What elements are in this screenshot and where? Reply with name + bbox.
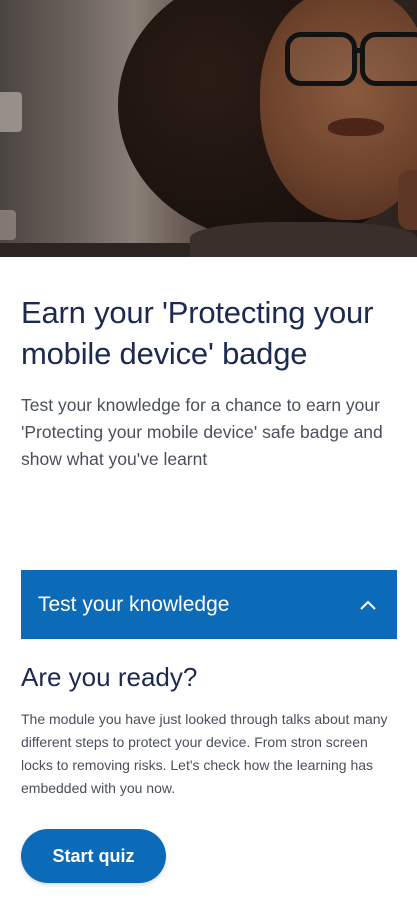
quiz-section: Are you ready? The module you have just … [21,660,397,800]
page-title: Earn your 'Protecting your mobile device… [21,295,374,371]
test-knowledge-accordion[interactable]: Test your knowledge [21,570,397,639]
chevron-up-icon-svg [360,600,376,610]
glasses-left-lens [285,32,357,86]
glasses-right-lens [360,32,417,86]
chevron-up-icon[interactable] [357,594,379,616]
section-body: The module you have just looked through … [21,711,388,796]
background-shelf [0,92,22,132]
badge-intro: Earn your 'Protecting your mobile device… [21,292,397,473]
shirt-shape [190,222,417,257]
lips-shape [328,118,384,136]
hero-image [0,0,417,257]
intro-text: Test your knowledge for a chance to earn… [21,395,383,469]
hand-shape [398,170,417,230]
start-quiz-button[interactable]: Start quiz [21,829,166,883]
accordion-label: Test your knowledge [38,592,230,616]
background-shelf [0,210,16,240]
section-title: Are you ready? [21,662,198,692]
